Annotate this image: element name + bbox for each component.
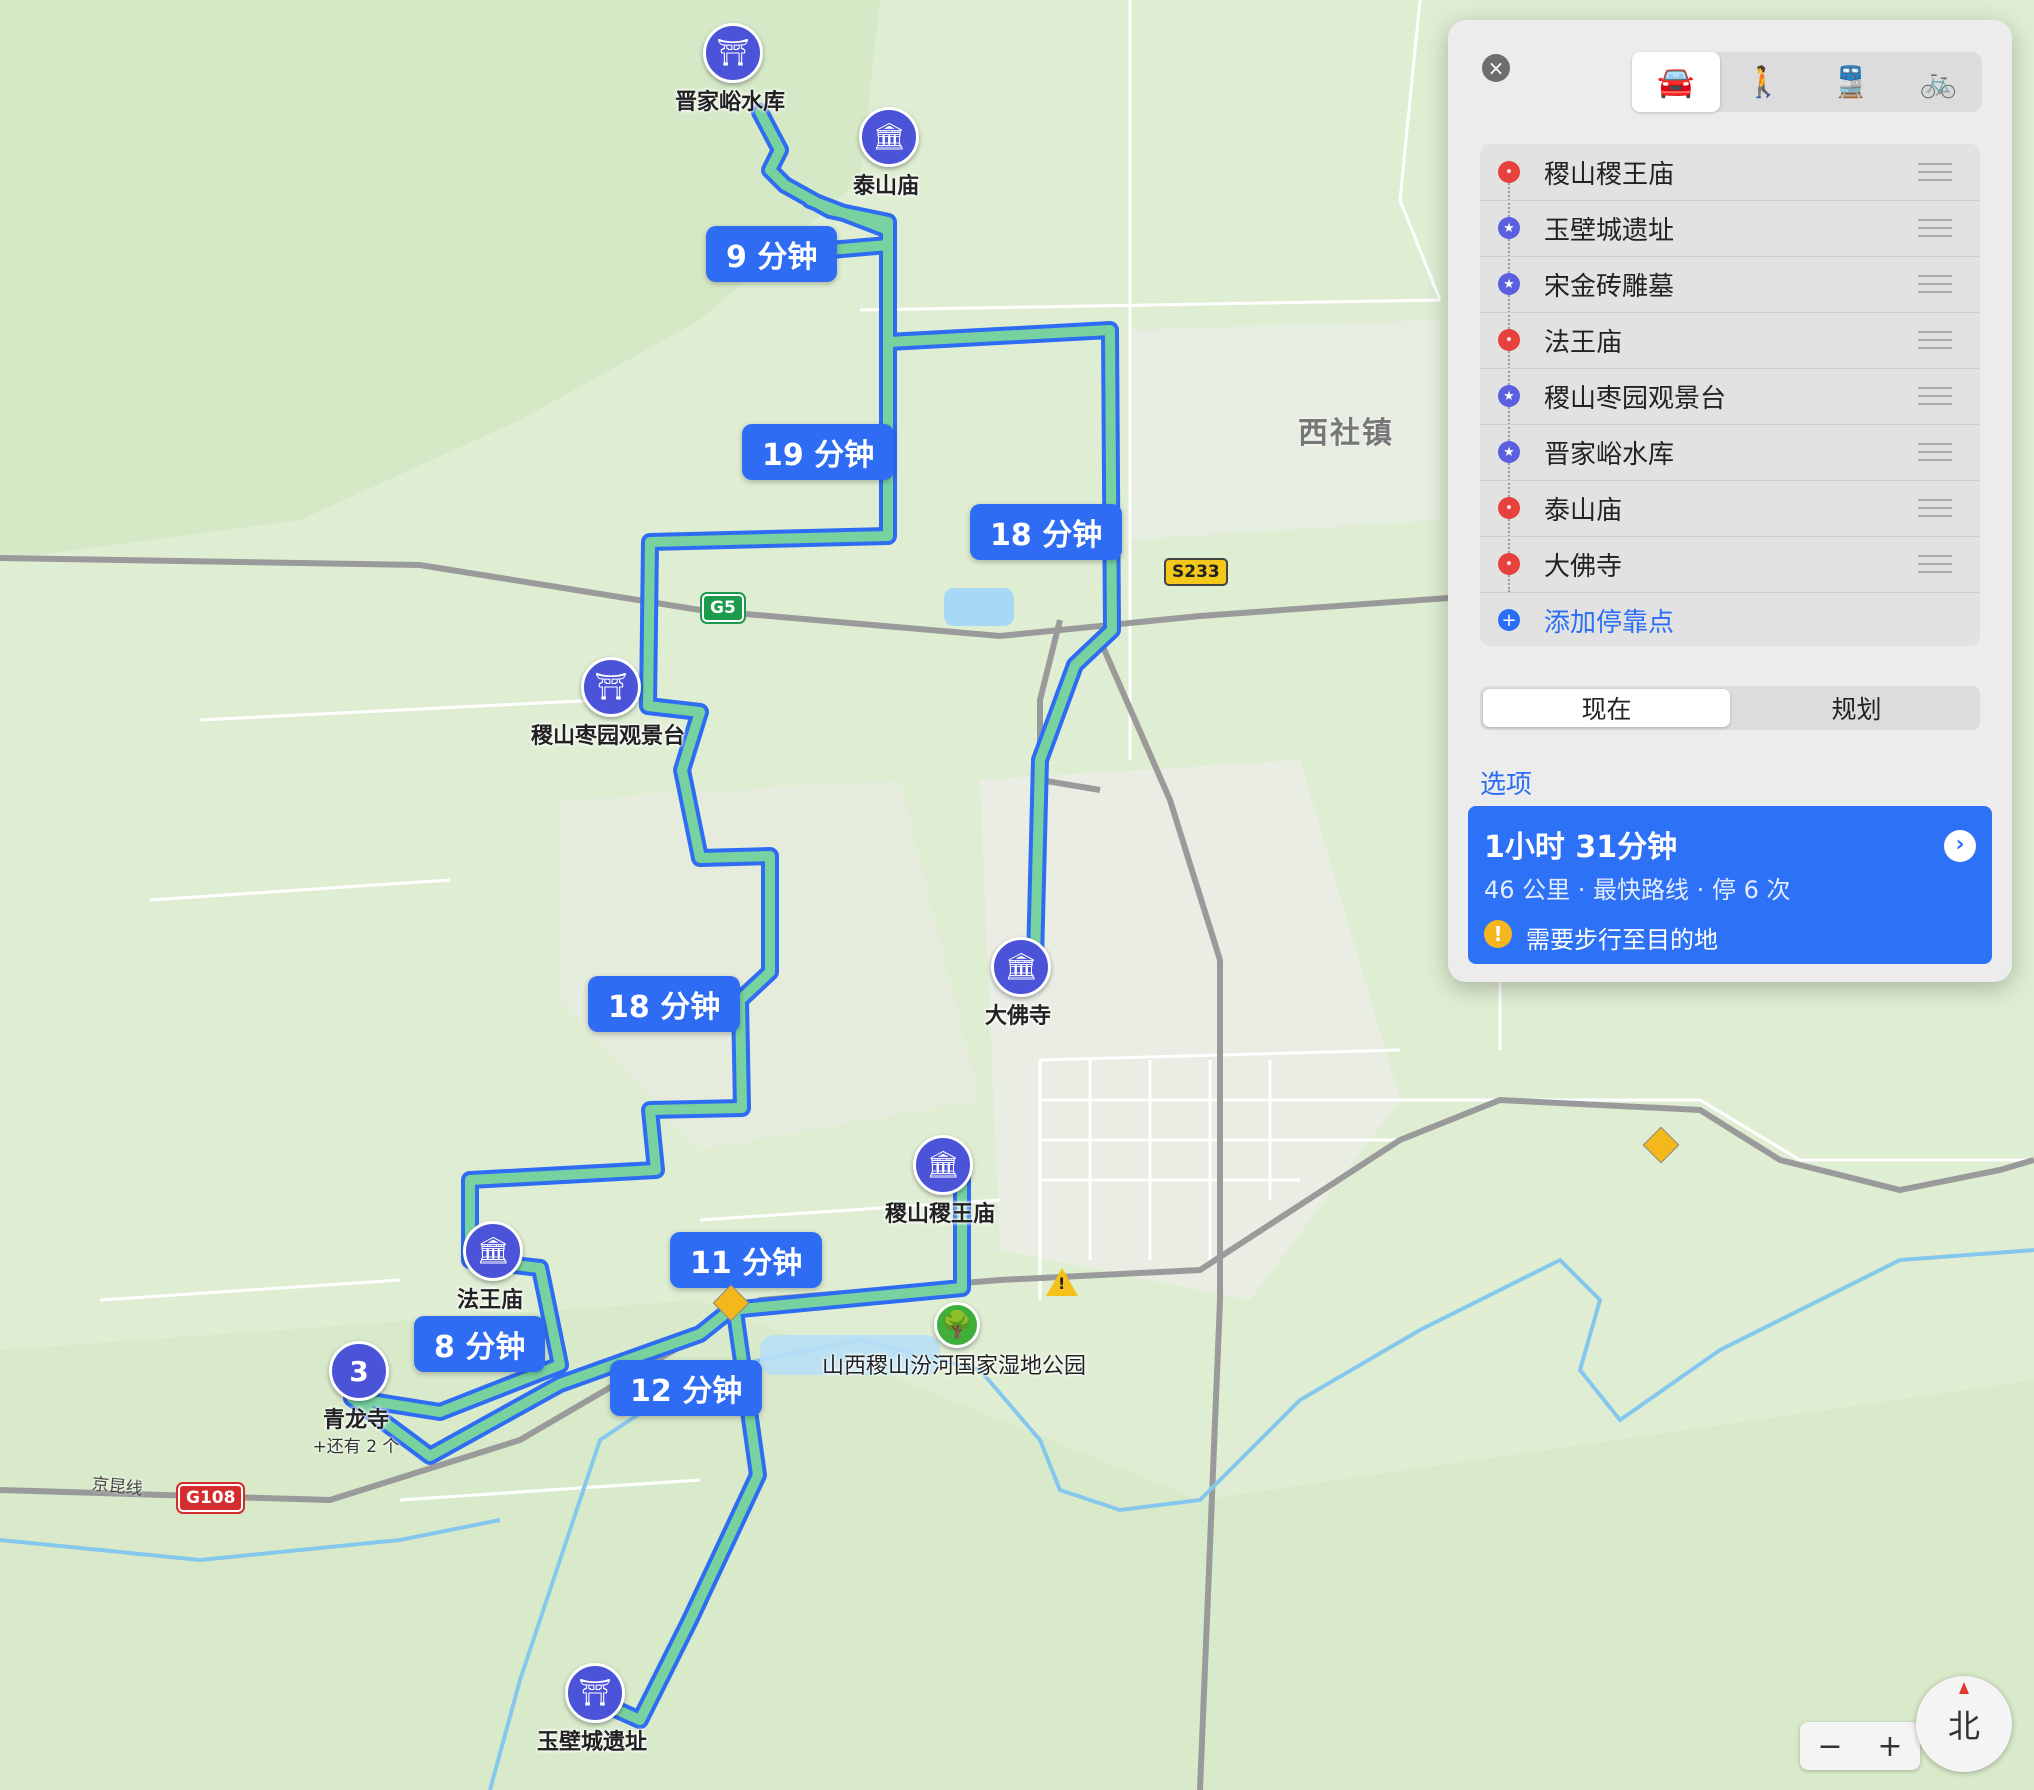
stop-item[interactable]: ★ 晋家峪水库: [1480, 424, 1980, 481]
poi-label: 晋家峪水库: [674, 90, 785, 115]
stop-label: 大佛寺: [1544, 551, 1623, 582]
duration-label-11min[interactable]: 11 分钟: [670, 1232, 823, 1288]
route-alert: 需要步行至目的地: [1526, 926, 1718, 954]
highway-shield-g5: G5: [700, 592, 746, 624]
landmark-icon: ★: [1498, 273, 1520, 295]
directions-panel: × 🚘 🚶 🚆 🚲 • 稷山稷王庙 ★ 玉壁城遗址 ★ 宋金砖雕墓 • 法王庙: [1448, 20, 2012, 982]
car-icon[interactable]: 🚘: [1632, 52, 1720, 112]
compass-needle-icon: [1959, 1682, 1969, 1694]
landmark-icon: ★: [1498, 217, 1520, 239]
bike-icon[interactable]: 🚲: [1895, 52, 1983, 112]
stop-label: 法王庙: [1544, 327, 1623, 358]
duration-label-9min[interactable]: 9 分钟: [706, 226, 838, 282]
compass-label: 北: [1947, 1707, 1980, 1745]
stop-label: 泰山庙: [1544, 495, 1623, 526]
poi-label: 稷山稷王庙: [884, 1202, 995, 1227]
stop-item[interactable]: • 法王庙: [1480, 312, 1980, 369]
zoom-control: − +: [1800, 1722, 1920, 1770]
landmark-icon: ★: [1498, 385, 1520, 407]
drag-handle-icon[interactable]: [1918, 275, 1952, 293]
stop-label: 稷山稷王庙: [1544, 159, 1675, 190]
pin-icon: •: [1498, 329, 1520, 351]
compass-button[interactable]: 北: [1916, 1676, 2012, 1772]
drag-handle-icon[interactable]: [1918, 555, 1952, 573]
stop-list: • 稷山稷王庙 ★ 玉壁城遗址 ★ 宋金砖雕墓 • 法王庙 ★ 稷山枣园观景台 …: [1480, 144, 1980, 646]
duration-label-18min-west[interactable]: 18 分钟: [588, 976, 741, 1032]
stop-item[interactable]: ★ 宋金砖雕墓: [1480, 256, 1980, 313]
drag-handle-icon[interactable]: [1918, 499, 1952, 517]
poi-more-label: +还有 2 个: [312, 1437, 400, 1457]
stop-item[interactable]: ★ 稷山枣园观景台: [1480, 368, 1980, 425]
poi-label: 泰山庙: [852, 174, 919, 199]
stop-item[interactable]: ★ 玉壁城遗址: [1480, 200, 1980, 257]
tree-icon: 🌳: [934, 1302, 980, 1348]
duration-label-8min[interactable]: 8 分钟: [414, 1316, 546, 1372]
add-stop-label: 添加停靠点: [1544, 607, 1675, 638]
transit-icon[interactable]: 🚆: [1807, 52, 1895, 112]
highway-shield-s233: S233: [1164, 558, 1228, 586]
route-meta: 46 公里 · 最快路线 · 停 6 次: [1484, 876, 1791, 904]
poi-label: 法王庙: [456, 1288, 523, 1313]
warning-icon[interactable]: !: [1046, 1268, 1078, 1296]
drag-handle-icon[interactable]: [1918, 331, 1952, 349]
warning-icon: !: [1484, 920, 1512, 948]
poi-label: 大佛寺: [984, 1004, 1051, 1029]
pavilion-icon: ⛩: [703, 23, 763, 83]
stop-label: 稷山枣园观景台: [1544, 383, 1727, 414]
drag-handle-icon[interactable]: [1918, 219, 1952, 237]
drag-handle-icon[interactable]: [1918, 443, 1952, 461]
duration-label-18min-east[interactable]: 18 分钟: [970, 504, 1123, 560]
temple-icon: 🏛: [859, 107, 919, 167]
temple-icon: 🏛: [463, 1221, 523, 1281]
highway-shield-g108: G108: [175, 1482, 246, 1514]
town-label: 西社镇: [1298, 416, 1394, 451]
stop-label: 晋家峪水库: [1544, 439, 1675, 470]
zoom-in-button[interactable]: +: [1860, 1722, 1920, 1770]
options-link[interactable]: 选项: [1480, 764, 1532, 801]
stop-label: 玉壁城遗址: [1544, 215, 1675, 246]
segment-now[interactable]: 现在: [1483, 689, 1730, 727]
poi-label: 山西稷山汾河国家湿地公园: [821, 1354, 1086, 1379]
stop-item[interactable]: • 大佛寺: [1480, 536, 1980, 593]
railway-label: 京昆线: [90, 1474, 144, 1500]
transport-mode-selector: 🚘 🚶 🚆 🚲: [1632, 52, 1982, 112]
close-icon[interactable]: ×: [1482, 54, 1510, 82]
poi-label: 青龙寺: [322, 1408, 389, 1433]
route-summary-card[interactable]: 1小时 31分钟 46 公里 · 最快路线 · 停 6 次 ! 需要步行至目的地…: [1468, 806, 1992, 964]
pin-icon: •: [1498, 161, 1520, 183]
duration-label-12min[interactable]: 12 分钟: [610, 1360, 763, 1416]
pin-icon: •: [1498, 553, 1520, 575]
departure-segmented-control: 现在 规划: [1480, 686, 1980, 730]
duration-label-19min[interactable]: 19 分钟: [742, 424, 895, 480]
temple-icon: 🏛: [991, 937, 1051, 997]
poi-label: 玉壁城遗址: [536, 1730, 647, 1755]
pin-icon: •: [1498, 497, 1520, 519]
stop-label: 宋金砖雕墓: [1544, 271, 1675, 302]
temple-icon: 🏛: [913, 1135, 973, 1195]
walk-icon[interactable]: 🚶: [1720, 52, 1808, 112]
cluster-badge: 3: [329, 1341, 389, 1401]
add-stop-button[interactable]: + 添加停靠点: [1480, 592, 1980, 648]
segment-plan[interactable]: 规划: [1733, 686, 1980, 730]
plus-icon: +: [1498, 609, 1520, 631]
landmark-icon: ★: [1498, 441, 1520, 463]
drag-handle-icon[interactable]: [1918, 163, 1952, 181]
stop-item[interactable]: • 泰山庙: [1480, 480, 1980, 537]
pavilion-icon: ⛩: [565, 1663, 625, 1723]
drag-handle-icon[interactable]: [1918, 387, 1952, 405]
pavilion-icon: ⛩: [581, 657, 641, 717]
zoom-out-button[interactable]: −: [1800, 1722, 1860, 1770]
chevron-right-icon[interactable]: ›: [1944, 830, 1976, 862]
stop-item[interactable]: • 稷山稷王庙: [1480, 144, 1980, 201]
poi-label: 稷山枣园观景台: [530, 724, 685, 749]
route-duration: 1小时 31分钟: [1484, 830, 1678, 865]
